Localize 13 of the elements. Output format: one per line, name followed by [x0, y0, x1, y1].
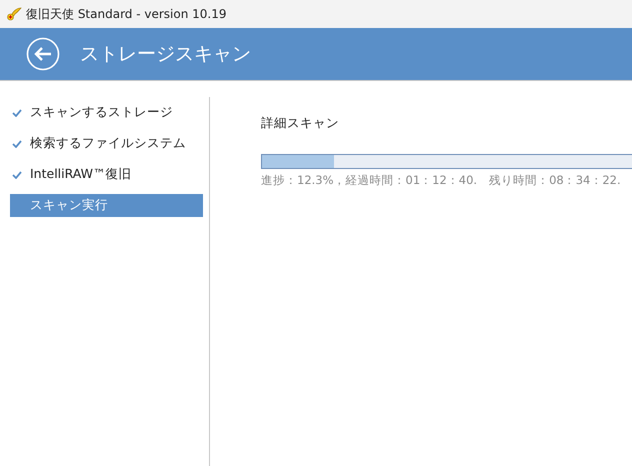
step-item[interactable]: IntelliRAW™復旧 — [10, 163, 203, 186]
step-label: スキャン実行 — [30, 197, 108, 214]
back-button[interactable] — [26, 37, 60, 71]
scan-title: 詳細スキャン — [261, 115, 340, 132]
page-title: ストレージスキャン — [80, 42, 251, 67]
window-title: 復旧天使 Standard - version 10.19 — [26, 6, 226, 22]
step-label: 検索するファイルシステム — [30, 135, 186, 152]
step-item[interactable]: 検索するファイルシステム — [10, 132, 203, 155]
step-label: スキャンするストレージ — [30, 104, 173, 121]
step-label: IntelliRAW™復旧 — [30, 166, 132, 183]
wing-icon — [6, 7, 22, 21]
step-item[interactable]: スキャンするストレージ — [10, 101, 203, 124]
progress-status: 進捗：12.3%，経過時間：01：12：40. 残り時間：08：34：22. — [261, 173, 622, 188]
